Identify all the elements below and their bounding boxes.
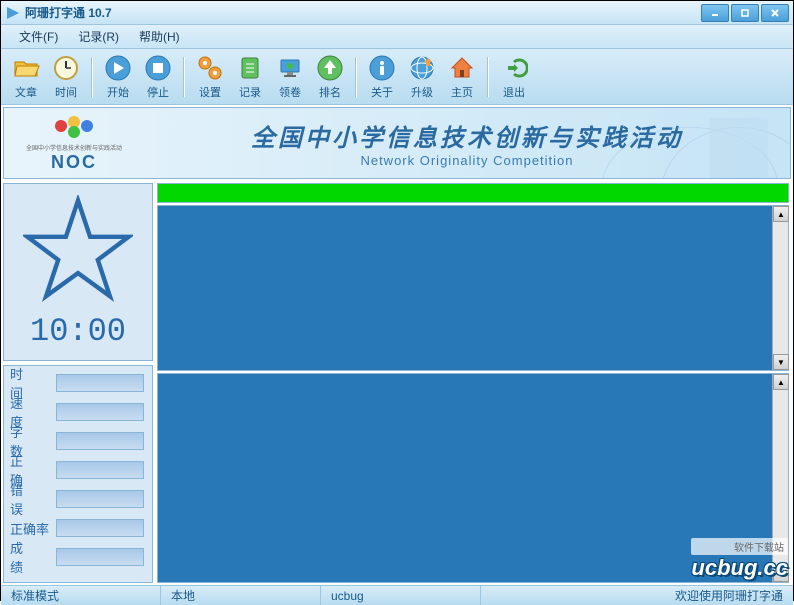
- start-label: 开始: [107, 84, 129, 100]
- stat-errors: 错 误: [8, 488, 148, 510]
- home-icon: [448, 54, 476, 82]
- records-label: 记录: [239, 84, 261, 100]
- right-panel: ▲ ▼ ▲ ▼: [155, 181, 793, 585]
- scroll-down-button[interactable]: ▼: [773, 566, 789, 582]
- rank-label: 排名: [319, 84, 341, 100]
- article-button[interactable]: 文章: [7, 52, 45, 102]
- upgrade-label: 升级: [411, 84, 433, 100]
- timer-display: 10:00: [30, 313, 126, 350]
- status-mode: 标准模式: [1, 586, 161, 605]
- stat-score: 成 绩: [8, 546, 148, 568]
- separator: [487, 57, 489, 97]
- title-bar: 阿珊打字通 10.7: [1, 1, 793, 25]
- stop-icon: [144, 54, 172, 82]
- about-button[interactable]: 关于: [363, 52, 401, 102]
- star-icon: [23, 195, 133, 305]
- stat-accuracy-label: 正确率: [8, 519, 56, 538]
- separator: [355, 57, 357, 97]
- notebook-icon: [236, 54, 264, 82]
- app-icon: [5, 5, 21, 21]
- main-area: 10:00 时 间 速 度 字 数 正 确 错 误 正确率 成 绩 ▲ ▼ ▲ …: [1, 181, 793, 585]
- stat-chars: 字 数: [8, 430, 148, 452]
- stat-correct: 正 确: [8, 459, 148, 481]
- upgrade-button[interactable]: 升级: [403, 52, 441, 102]
- play-icon: [104, 54, 132, 82]
- status-user: ucbug: [321, 586, 481, 605]
- rank-button[interactable]: 排名: [311, 52, 349, 102]
- logo-subtitle: 全国中小学信息技术创新与实践活动: [4, 143, 144, 152]
- toolbar: 文章 时间 开始 停止 设置 记录 领卷 排名 关于 升级 主页: [1, 49, 793, 105]
- banner-bg-icon: [590, 108, 790, 178]
- time-button[interactable]: 时间: [47, 52, 85, 102]
- menu-bar: 文件(F) 记录(R) 帮助(H): [1, 25, 793, 49]
- settings-button[interactable]: 设置: [191, 52, 229, 102]
- separator: [183, 57, 185, 97]
- exit-icon: [500, 54, 528, 82]
- stat-errors-value: [56, 490, 144, 508]
- maximize-button[interactable]: [731, 4, 759, 22]
- stat-accuracy-value: [56, 519, 144, 537]
- noc-text: NOC: [4, 152, 144, 173]
- arrow-up-icon: [316, 54, 344, 82]
- scrollbar[interactable]: ▲ ▼: [772, 206, 788, 370]
- stat-accuracy: 正确率: [8, 517, 148, 539]
- menu-record[interactable]: 记录(R): [68, 26, 129, 47]
- stat-time-value: [56, 374, 144, 392]
- close-button[interactable]: [761, 4, 789, 22]
- scroll-up-button[interactable]: ▲: [773, 206, 789, 222]
- scrollbar[interactable]: ▲ ▼: [772, 374, 788, 582]
- progress-bar: [157, 183, 789, 203]
- start-button[interactable]: 开始: [99, 52, 137, 102]
- stat-speed: 速 度: [8, 401, 148, 423]
- collect-label: 领卷: [279, 84, 301, 100]
- exit-label: 退出: [503, 84, 525, 100]
- settings-label: 设置: [199, 84, 221, 100]
- source-text-area: ▲ ▼: [157, 205, 789, 371]
- stat-errors-label: 错 误: [8, 480, 56, 518]
- stat-time: 时 间: [8, 372, 148, 394]
- gear-icon: [196, 54, 224, 82]
- collect-button[interactable]: 领卷: [271, 52, 309, 102]
- status-welcome: 欢迎使用阿珊打字通: [665, 587, 793, 604]
- monitor-icon: [276, 54, 304, 82]
- timer-panel: 10:00: [3, 183, 153, 361]
- time-label: 时间: [55, 84, 77, 100]
- status-bar: 标准模式 本地 ucbug 欢迎使用阿珊打字通: [1, 585, 793, 605]
- banner-logo: 全国中小学信息技术创新与实践活动 NOC: [4, 114, 144, 173]
- left-panel: 10:00 时 间 速 度 字 数 正 确 错 误 正确率 成 绩: [1, 181, 155, 585]
- stop-label: 停止: [147, 84, 169, 100]
- window-controls: [701, 4, 789, 22]
- globe-icon: [408, 54, 436, 82]
- noc-logo-icon: [49, 114, 99, 138]
- info-icon: [368, 54, 396, 82]
- menu-help[interactable]: 帮助(H): [129, 26, 190, 47]
- home-label: 主页: [451, 84, 473, 100]
- separator: [91, 57, 93, 97]
- home-button[interactable]: 主页: [443, 52, 481, 102]
- window-title: 阿珊打字通 10.7: [25, 4, 701, 21]
- banner: 全国中小学信息技术创新与实践活动 NOC 全国中小学信息技术创新与实践活动 Ne…: [3, 107, 791, 179]
- scroll-down-button[interactable]: ▼: [773, 354, 789, 370]
- stat-score-label: 成 绩: [8, 538, 56, 576]
- status-location: 本地: [161, 586, 321, 605]
- article-label: 文章: [15, 84, 37, 100]
- minimize-button[interactable]: [701, 4, 729, 22]
- about-label: 关于: [371, 84, 393, 100]
- exit-button[interactable]: 退出: [495, 52, 533, 102]
- input-text-area[interactable]: ▲ ▼: [157, 373, 789, 583]
- stat-chars-value: [56, 432, 144, 450]
- stop-button[interactable]: 停止: [139, 52, 177, 102]
- clock-icon: [52, 54, 80, 82]
- folder-icon: [12, 54, 40, 82]
- scroll-up-button[interactable]: ▲: [773, 374, 789, 390]
- menu-file[interactable]: 文件(F): [9, 26, 68, 47]
- stats-panel: 时 间 速 度 字 数 正 确 错 误 正确率 成 绩: [3, 365, 153, 583]
- stat-speed-value: [56, 403, 144, 421]
- stat-score-value: [56, 548, 144, 566]
- records-button[interactable]: 记录: [231, 52, 269, 102]
- stat-correct-value: [56, 461, 144, 479]
